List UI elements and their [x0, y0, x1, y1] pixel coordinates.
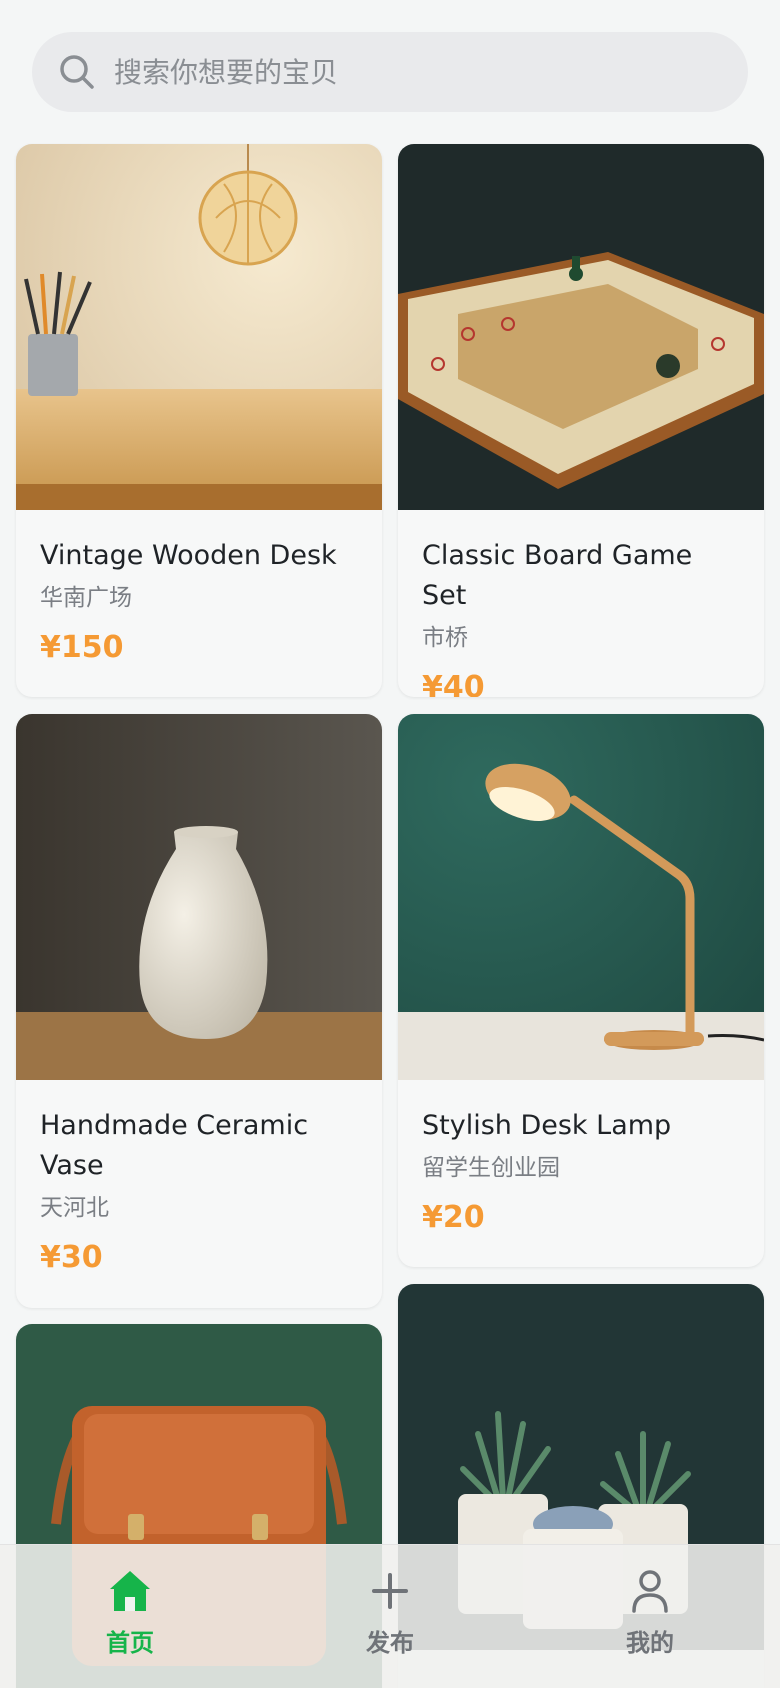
nav-item-home[interactable]: 首页 [0, 1545, 260, 1688]
search-bar[interactable] [32, 32, 748, 112]
product-image [16, 714, 382, 1080]
user-icon [626, 1567, 674, 1615]
product-price: ¥150 [40, 630, 124, 665]
nav-label: 发布 [366, 1629, 414, 1657]
product-price: ¥40 [422, 670, 485, 697]
product-feed-page: Vintage Wooden Desk 华南广场 ¥150 Classic B [0, 0, 780, 1688]
search-input[interactable] [114, 55, 674, 89]
product-title: Handmade Ceramic Vase [40, 1110, 309, 1181]
product-card[interactable]: Vintage Wooden Desk 华南广场 ¥150 [16, 144, 382, 697]
product-image [398, 144, 764, 510]
product-price: ¥30 [40, 1240, 103, 1275]
nav-label: 首页 [106, 1629, 154, 1657]
product-location: 华南广场 [40, 585, 132, 611]
plus-icon [366, 1567, 414, 1615]
product-title: Classic Board Game Set [422, 540, 693, 611]
product-location: 天河北 [40, 1195, 109, 1221]
search-icon [58, 53, 96, 91]
product-location: 留学生创业园 [422, 1155, 560, 1181]
product-price: ¥20 [422, 1200, 485, 1235]
nav-item-me[interactable]: 我的 [520, 1545, 780, 1688]
bottom-nav: 首页 发布 我的 [0, 1544, 780, 1688]
product-image [398, 714, 764, 1080]
product-location: 市桥 [422, 625, 468, 651]
product-card[interactable]: Handmade Ceramic Vase 天河北 ¥30 [16, 714, 382, 1308]
product-title: Vintage Wooden Desk [40, 540, 337, 571]
product-title: Stylish Desk Lamp [422, 1110, 672, 1141]
product-card[interactable]: Stylish Desk Lamp 留学生创业园 ¥20 [398, 714, 764, 1267]
product-card[interactable]: Classic Board Game Set 市桥 ¥40 [398, 144, 764, 697]
nav-label: 我的 [626, 1629, 674, 1657]
nav-item-publish[interactable]: 发布 [260, 1545, 520, 1688]
home-icon [106, 1567, 154, 1615]
product-image [16, 144, 382, 510]
